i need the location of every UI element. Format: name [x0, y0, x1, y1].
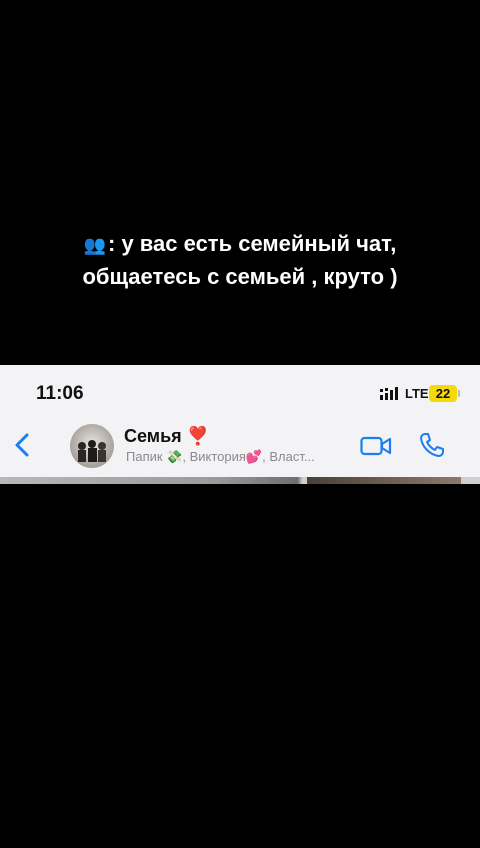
chat-header: Семья ❣️ Папик 💸, Виктория💕, Власт... [0, 421, 480, 477]
group-photo [70, 424, 114, 468]
people-icon: 👥 [83, 235, 107, 255]
battery-icon: 22 [429, 385, 457, 402]
chat-title[interactable]: Семья ❣️ [124, 426, 209, 447]
battery-cap [458, 390, 460, 397]
back-chevron-icon[interactable] [10, 429, 36, 461]
video-call-icon[interactable] [360, 434, 392, 458]
caption-line-1-text: : у вас есть семейный чат, [108, 231, 397, 256]
phone-call-icon[interactable] [418, 431, 446, 459]
status-time: 11:06 [36, 383, 84, 404]
avatar[interactable] [70, 424, 114, 468]
status-bar: 11:06 LTE 22 [0, 365, 480, 421]
caption-line-2: общаетесь с семьей , круто ) [82, 264, 398, 289]
chat-background-strip [0, 477, 480, 484]
signal-icon [380, 387, 398, 400]
chat-members-subtitle[interactable]: Папик 💸, Виктория💕, Власт... [126, 449, 350, 465]
network-label: LTE [405, 386, 429, 401]
caption-line-1: 👥: у вас есть семейный чат, [0, 228, 480, 261]
caption-text: 👥: у вас есть семейный чат, общаетесь с … [0, 228, 480, 293]
phone-screenshot: 11:06 LTE 22 Семья ❣️ Папик 💸, Виктория💕… [0, 365, 480, 484]
